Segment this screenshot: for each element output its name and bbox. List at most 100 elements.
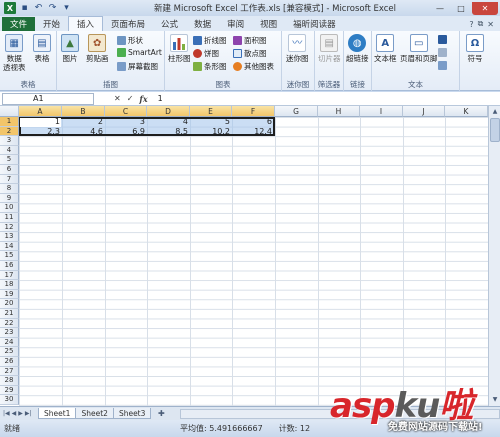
- cell-b2[interactable]: 4.6: [62, 127, 105, 137]
- column-chart-button[interactable]: 柱形图: [168, 34, 191, 63]
- row-header[interactable]: 8: [0, 184, 19, 194]
- maximize-button[interactable]: □: [451, 2, 471, 15]
- pivot-table-button[interactable]: ▦ 数据 透视表: [3, 34, 26, 72]
- scroll-thumb[interactable]: [490, 118, 500, 142]
- row-header[interactable]: 18: [0, 280, 19, 290]
- restore-workbook-icon[interactable]: ⧉: [478, 19, 484, 29]
- column-header-k[interactable]: K: [445, 106, 488, 117]
- cell-c2[interactable]: 6.9: [105, 127, 147, 137]
- cell-c1[interactable]: 3: [105, 117, 147, 127]
- cell-e1[interactable]: 5: [190, 117, 232, 127]
- row-header[interactable]: 14: [0, 241, 19, 252]
- other-charts-button[interactable]: 其他图表: [233, 61, 274, 72]
- insert-function-icon[interactable]: fx: [139, 94, 147, 104]
- row-header[interactable]: 9: [0, 193, 19, 204]
- column-header-i[interactable]: I: [360, 106, 403, 117]
- hyperlink-button[interactable]: ◍ 超链接: [346, 34, 369, 63]
- column-header-d[interactable]: D: [147, 106, 190, 117]
- row-header[interactable]: 1: [0, 117, 19, 127]
- name-box[interactable]: A1: [2, 92, 94, 105]
- tab-insert[interactable]: 插入: [68, 16, 104, 31]
- worksheet-grid[interactable]: A B C D E F G H I J K 1 2 3 4 5 6 7 8 9 …: [0, 106, 488, 406]
- row-header[interactable]: 23: [0, 328, 19, 338]
- row-header[interactable]: 27: [0, 366, 19, 377]
- tab-data[interactable]: 数据: [186, 17, 219, 31]
- vertical-scrollbar[interactable]: ▲ ▼: [488, 106, 500, 406]
- row-header[interactable]: 24: [0, 337, 19, 348]
- row-header[interactable]: 19: [0, 289, 19, 300]
- column-header-j[interactable]: J: [403, 106, 445, 117]
- sheet-tab-2[interactable]: Sheet2: [75, 408, 114, 419]
- row-header[interactable]: 2: [0, 126, 19, 137]
- excel-app-icon[interactable]: X: [4, 2, 16, 14]
- tab-file[interactable]: 文件: [2, 17, 35, 31]
- next-sheet-icon[interactable]: ▶: [18, 410, 23, 417]
- row-header[interactable]: 25: [0, 347, 19, 357]
- column-header-e[interactable]: E: [190, 106, 232, 117]
- column-header-c[interactable]: C: [105, 106, 147, 117]
- picture-button[interactable]: ▲ 图片: [61, 34, 79, 63]
- bar-chart-button[interactable]: 条形图: [193, 61, 227, 72]
- row-header[interactable]: 12: [0, 222, 19, 233]
- area-chart-button[interactable]: 面积图: [233, 35, 267, 46]
- row-header[interactable]: 7: [0, 174, 19, 185]
- clipart-button[interactable]: ✿ 剪贴画: [86, 34, 109, 63]
- column-header-b[interactable]: B: [62, 106, 105, 117]
- cell-a2[interactable]: 2.3: [19, 127, 62, 137]
- tab-foxit-reader[interactable]: 福昕阅读器: [285, 17, 344, 31]
- scatter-chart-button[interactable]: 散点图: [233, 48, 267, 59]
- slicer-button[interactable]: ▤ 切片器: [318, 34, 341, 63]
- pie-chart-button[interactable]: 饼图: [193, 48, 219, 59]
- screenshot-button[interactable]: 屏幕截图: [117, 61, 158, 72]
- shapes-button[interactable]: 形状: [117, 35, 143, 46]
- cell-a1[interactable]: 1: [19, 117, 62, 127]
- close-button[interactable]: ✕: [472, 1, 498, 15]
- scroll-up-icon[interactable]: ▲: [490, 107, 500, 117]
- column-header-h[interactable]: H: [318, 106, 360, 117]
- tab-formulas[interactable]: 公式: [153, 17, 186, 31]
- header-footer-button[interactable]: ▭ 页眉和页脚: [400, 34, 438, 63]
- tab-home[interactable]: 开始: [35, 17, 68, 31]
- sparkline-button[interactable]: 〰 迷你图: [286, 34, 309, 63]
- select-all-corner[interactable]: [0, 106, 19, 117]
- row-header[interactable]: 17: [0, 270, 19, 281]
- row-header[interactable]: 29: [0, 385, 19, 396]
- cell-d2[interactable]: 8.5: [147, 127, 190, 137]
- first-sheet-icon[interactable]: |◀: [3, 410, 10, 417]
- tab-review[interactable]: 审阅: [219, 17, 252, 31]
- table-button[interactable]: ▤ 表格: [33, 34, 51, 63]
- row-header[interactable]: 15: [0, 251, 19, 261]
- customize-qat-icon[interactable]: ▾: [61, 3, 72, 14]
- sheet-tab-1[interactable]: Sheet1: [38, 408, 77, 419]
- row-header[interactable]: 3: [0, 136, 19, 146]
- column-header-a[interactable]: A: [19, 106, 62, 117]
- row-header[interactable]: 4: [0, 145, 19, 156]
- tab-page-layout[interactable]: 页面布局: [103, 17, 153, 31]
- object-button[interactable]: [438, 61, 447, 70]
- save-icon[interactable]: ▪: [19, 3, 30, 14]
- tab-view[interactable]: 视图: [252, 17, 285, 31]
- signature-line-button[interactable]: [438, 48, 447, 57]
- undo-icon[interactable]: ↶: [33, 3, 44, 14]
- line-chart-button[interactable]: 折线图: [193, 35, 227, 46]
- row-header[interactable]: 6: [0, 165, 19, 175]
- row-header[interactable]: 5: [0, 155, 19, 165]
- last-sheet-icon[interactable]: ▶|: [25, 410, 32, 417]
- help-icon[interactable]: ?: [469, 20, 473, 29]
- redo-icon[interactable]: ↷: [47, 3, 58, 14]
- row-header[interactable]: 26: [0, 357, 19, 367]
- row-header[interactable]: 13: [0, 232, 19, 242]
- column-header-g[interactable]: G: [275, 106, 318, 117]
- row-header[interactable]: 21: [0, 309, 19, 319]
- cell-e2[interactable]: 10.2: [190, 127, 232, 137]
- row-header[interactable]: 20: [0, 299, 19, 309]
- symbol-button[interactable]: Ω 符号: [466, 34, 484, 63]
- enter-icon[interactable]: ✓: [127, 94, 134, 103]
- row-header[interactable]: 16: [0, 261, 19, 271]
- formula-input[interactable]: 1: [158, 94, 163, 103]
- row-header[interactable]: 22: [0, 318, 19, 329]
- smartart-button[interactable]: SmartArt: [117, 48, 162, 57]
- sheet-tab-3[interactable]: Sheet3: [112, 408, 152, 419]
- cell-f2[interactable]: 12.4: [232, 127, 274, 137]
- row-header[interactable]: 30: [0, 395, 19, 405]
